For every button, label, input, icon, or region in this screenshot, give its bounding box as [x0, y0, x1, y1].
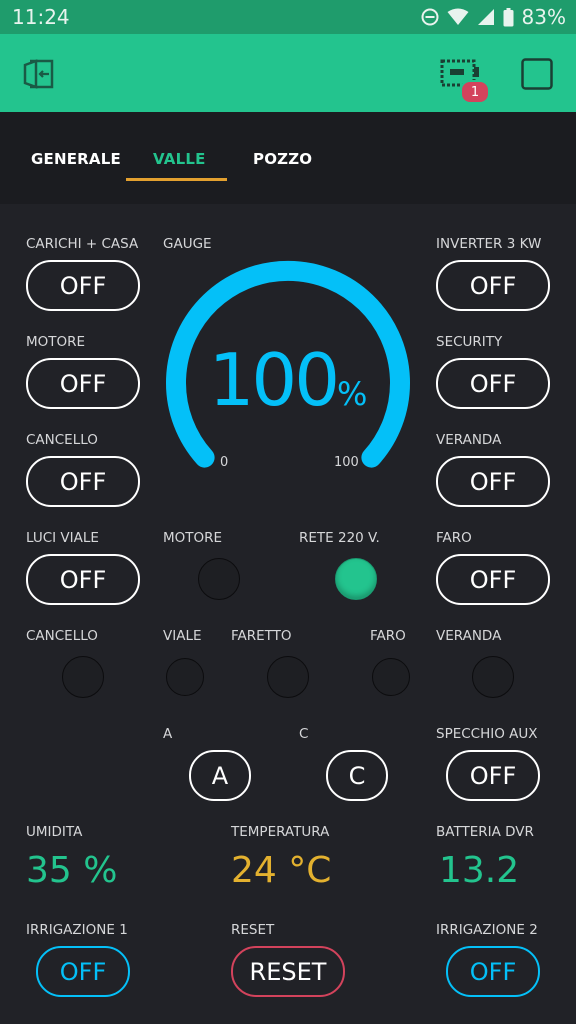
inverter-label: INVERTER 3 KW: [436, 236, 542, 252]
irrigazione2-switch[interactable]: OFF: [446, 946, 540, 997]
carichi-casa-label: CARICHI + CASA: [26, 236, 139, 252]
inverter-switch[interactable]: OFF: [436, 260, 550, 311]
button-c-label: C: [299, 726, 309, 742]
gauge-value-display: 100%: [166, 338, 410, 422]
veranda-label: VERANDA: [436, 432, 502, 448]
umidita-label: UMIDITA: [26, 824, 83, 840]
carichi-casa-switch[interactable]: OFF: [26, 260, 140, 311]
notification-badge: 1: [460, 80, 490, 104]
gauge-value: 100: [208, 338, 340, 422]
specchio-aux-switch[interactable]: OFF: [446, 750, 540, 801]
led-viale-label: VIALE: [163, 628, 202, 644]
batteria-label: BATTERIA DVR: [436, 824, 534, 840]
motore-label: MOTORE: [26, 334, 86, 350]
led-rete-label: RETE 220 V.: [299, 530, 380, 546]
active-tab-indicator: [126, 178, 227, 181]
luci-viale-switch[interactable]: OFF: [26, 554, 140, 605]
led-veranda: [472, 656, 514, 698]
led-faro-label: FARO: [370, 628, 406, 644]
button-a-label: A: [163, 726, 173, 742]
do-not-disturb-icon: [421, 8, 439, 26]
faro-switch[interactable]: OFF: [436, 554, 550, 605]
battery-percent: 83%: [521, 5, 566, 29]
signal-icon: [477, 9, 494, 25]
gauge-max: 100: [334, 455, 359, 470]
battery-icon: [503, 7, 514, 26]
button-a[interactable]: A: [189, 750, 251, 801]
device-status-button[interactable]: 1: [440, 58, 490, 104]
security-switch[interactable]: OFF: [436, 358, 550, 409]
led-viale: [166, 658, 204, 696]
led-veranda-label: VERANDA: [436, 628, 502, 644]
led-cancello-label: CANCELLO: [26, 628, 98, 644]
irrigazione1-switch[interactable]: OFF: [36, 946, 130, 997]
led-motore-label: MOTORE: [163, 530, 223, 546]
tab-generale[interactable]: GENERALE: [31, 150, 121, 168]
motore-switch[interactable]: OFF: [26, 358, 140, 409]
led-cancello: [62, 656, 104, 698]
batteria-value: 13.2: [439, 850, 520, 891]
gauge-unit: %: [337, 375, 368, 413]
status-time: 11:24: [12, 5, 70, 29]
cancello-switch[interactable]: OFF: [26, 456, 140, 507]
app-bar: 1: [0, 34, 576, 112]
status-icons: 83%: [421, 5, 566, 29]
specchio-aux-label: SPECCHIO AUX: [436, 726, 538, 742]
led-faretto: [267, 656, 309, 698]
irrigazione1-label: IRRIGAZIONE 1: [26, 922, 128, 938]
square-icon[interactable]: [521, 58, 553, 90]
tab-valle[interactable]: VALLE: [153, 150, 206, 168]
reset-label: RESET: [231, 922, 275, 938]
irrigazione2-label: IRRIGAZIONE 2: [436, 922, 538, 938]
led-faro: [372, 658, 410, 696]
veranda-switch[interactable]: OFF: [436, 456, 550, 507]
gauge-min: 0: [220, 455, 229, 470]
led-rete: [335, 558, 377, 600]
temperatura-value: 24 °C: [231, 850, 332, 891]
tab-bar: GENERALE VALLE POZZO: [0, 112, 576, 204]
exit-icon[interactable]: [22, 56, 58, 92]
luci-viale-label: LUCI VIALE: [26, 530, 99, 546]
cancello-label: CANCELLO: [26, 432, 98, 448]
wifi-icon: [447, 8, 469, 25]
reset-button[interactable]: RESET: [231, 946, 345, 997]
faro-label: FARO: [436, 530, 472, 546]
led-faretto-label: FARETTO: [231, 628, 292, 644]
temperatura-label: TEMPERATURA: [231, 824, 330, 840]
security-label: SECURITY: [436, 334, 503, 350]
led-motore: [198, 558, 240, 600]
umidita-value: 35 %: [26, 850, 118, 891]
gauge-label: GAUGE: [163, 236, 212, 252]
status-bar: 11:24 83%: [0, 0, 576, 34]
tab-pozzo[interactable]: POZZO: [253, 150, 312, 168]
button-c[interactable]: C: [326, 750, 388, 801]
